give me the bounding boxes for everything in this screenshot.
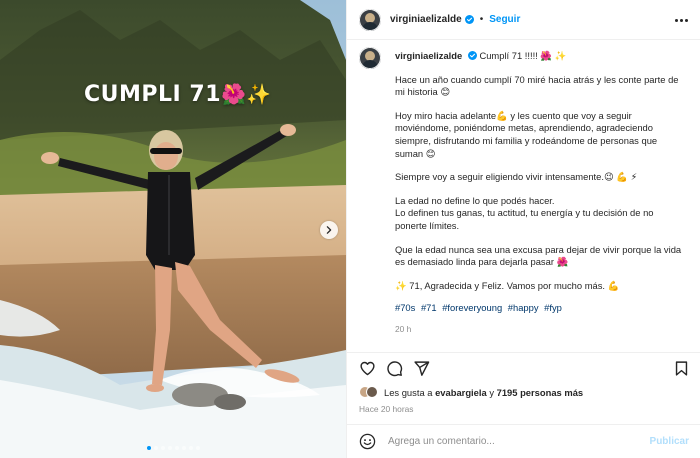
comment-bar: Publicar: [347, 424, 700, 458]
comment-icon[interactable]: [386, 360, 403, 377]
likes-prefix: Les gusta a: [384, 386, 433, 398]
carousel-dot: [153, 446, 158, 450]
caption-username[interactable]: virginiaelizalde: [395, 50, 462, 61]
separator: •: [479, 14, 484, 25]
carousel-dot: [167, 446, 172, 450]
hashtag-link[interactable]: #foreveryoung: [442, 302, 502, 313]
hashtag-link[interactable]: #71: [421, 302, 437, 313]
caption-headline: Cumplí 71 !!!!! 🌺 ✨: [479, 50, 567, 61]
carousel-dot: [146, 446, 151, 450]
emoji-icon[interactable]: [359, 433, 376, 450]
chevron-right-icon: [326, 226, 332, 234]
carousel-dot: [188, 446, 193, 450]
likes-count[interactable]: 7195 personas más: [497, 387, 584, 398]
post-timestamp: Hace 20 horas: [359, 404, 414, 414]
hashtag-link[interactable]: #70s: [395, 302, 415, 313]
caption-paragraph: La edad no define lo que podés hacer. Lo…: [395, 194, 654, 231]
overlay-title: CUMPLI 71: [84, 82, 222, 107]
verified-badge-icon: [464, 15, 474, 24]
comment-input[interactable]: [388, 436, 628, 447]
bookmark-icon[interactable]: [673, 360, 690, 377]
verified-badge-icon: [467, 51, 477, 60]
hashtag-link[interactable]: #fyp: [544, 302, 562, 313]
caption-first-line: virginiaelizalde Cumplí 71 !!!!! 🌺 ✨: [395, 50, 687, 63]
caption-paragraph: ✨ 71, Agradecida y Feliz. Vamos por much…: [395, 279, 620, 291]
liker-avatar: [366, 386, 378, 398]
heart-icon[interactable]: [359, 360, 376, 377]
overlay-emoji: 🌺✨: [221, 82, 272, 106]
carousel-dot: [174, 446, 179, 450]
caption-body: virginiaelizalde Cumplí 71 !!!!! 🌺 ✨ Hac…: [395, 47, 687, 336]
header-username[interactable]: virginiaelizalde: [390, 14, 462, 25]
follow-button[interactable]: Seguir: [489, 14, 520, 25]
carousel-dot: [160, 446, 165, 450]
avatar[interactable]: [359, 8, 381, 31]
likes-summary: Les gusta a evabargiela y 7195 personas …: [359, 386, 583, 398]
caption-paragraph: Que la edad nunca sea una excusa para de…: [395, 243, 682, 268]
carousel-indicator: [0, 446, 346, 450]
caption-avatar[interactable]: [359, 47, 381, 69]
caption-paragraph: Hoy miro hacia adelante💪 y les cuento qu…: [395, 109, 658, 159]
hashtag-list: #70s #71 #foreveryoung #happy #fyp: [395, 302, 687, 315]
post-header: virginiaelizalde • Seguir: [347, 0, 700, 40]
hashtag-link[interactable]: #happy: [508, 302, 539, 313]
publish-button[interactable]: Publicar: [650, 436, 689, 447]
more-options-icon[interactable]: [675, 14, 689, 26]
post-media[interactable]: CUMPLI 71🌺✨: [0, 0, 346, 458]
carousel-dot: [195, 446, 200, 450]
likes-text: Les gusta a evabargiela y 7195 personas …: [384, 387, 583, 398]
post-details-panel: virginiaelizalde • Seguir virginiaelizal…: [346, 0, 700, 458]
caption-paragraph: Siempre voy a seguir eligiendo vivir int…: [395, 171, 638, 183]
caption-timestamp: 20 h: [395, 323, 412, 334]
action-bar: [347, 352, 700, 382]
post-overlay-caption: CUMPLI 71🌺✨: [84, 82, 272, 107]
share-icon[interactable]: [413, 360, 430, 377]
carousel-dot: [181, 446, 186, 450]
post-photo: [0, 0, 346, 458]
caption-paragraph: Hace un año cuando cumplí 70 miré hacia …: [395, 73, 679, 98]
post-caption: virginiaelizalde Cumplí 71 !!!!! 🌺 ✨ Hac…: [359, 41, 689, 336]
liker-username[interactable]: evabargiela: [435, 387, 487, 398]
next-media-button[interactable]: [320, 221, 338, 239]
likes-connector: y: [489, 386, 494, 398]
